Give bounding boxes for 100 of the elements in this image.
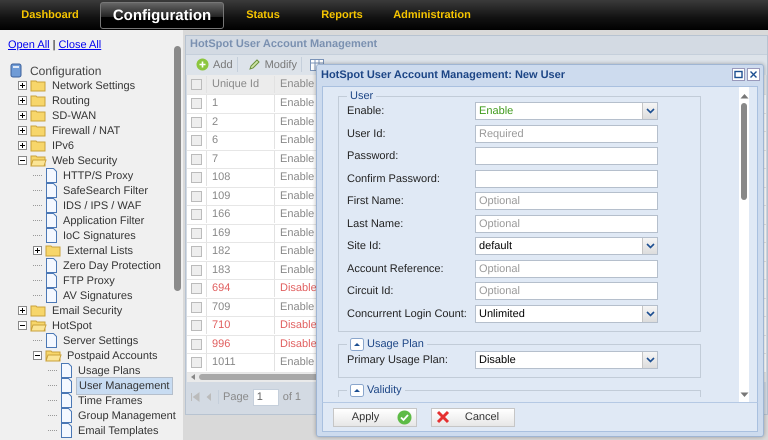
link-separator: | xyxy=(52,39,56,51)
row-checkbox[interactable] xyxy=(191,98,202,110)
nav-tab[interactable]: Administration xyxy=(382,0,482,30)
row-checkbox[interactable] xyxy=(191,338,202,350)
document-icon xyxy=(45,168,58,183)
dialog-scrollbar[interactable] xyxy=(739,87,749,402)
tree-item[interactable]: SafeSearch Filter xyxy=(61,184,150,196)
tree-item[interactable]: SD-WAN xyxy=(50,110,98,122)
table-cell: 996 xyxy=(206,336,274,353)
tree-item[interactable]: Zero Day Protection xyxy=(61,260,163,272)
tree-item[interactable]: AV Signatures xyxy=(61,290,135,302)
field-label: Last Name: xyxy=(347,218,404,230)
tree-item[interactable]: HTTP/S Proxy xyxy=(61,170,136,182)
nav-tab[interactable]: Status xyxy=(224,0,302,30)
row-checkbox[interactable] xyxy=(191,320,202,332)
expand-toggle-icon[interactable] xyxy=(18,306,27,315)
dialog-button[interactable]: Cancel xyxy=(431,408,515,426)
tree-item[interactable]: Time Frames xyxy=(76,394,144,406)
expand-toggle-icon[interactable] xyxy=(18,96,27,105)
tree-item[interactable]: HotSpot xyxy=(50,320,94,332)
row-checkbox[interactable] xyxy=(191,228,202,239)
input-field[interactable]: Required xyxy=(475,124,658,142)
row-checkbox[interactable] xyxy=(191,190,202,202)
row-checkbox[interactable] xyxy=(191,172,202,184)
document-icon xyxy=(45,198,58,213)
tree-item[interactable]: IPv6 xyxy=(50,140,76,152)
tree-item[interactable]: Configuration xyxy=(28,64,104,78)
row-checkbox[interactable] xyxy=(191,264,202,276)
row-checkbox[interactable] xyxy=(191,283,202,294)
row-checkbox[interactable] xyxy=(191,135,202,146)
page-number-field[interactable]: 1 xyxy=(252,388,279,406)
expand-toggle-icon[interactable] xyxy=(18,321,27,330)
section-legend: Validity xyxy=(367,384,402,396)
tree-item[interactable]: Server Settings xyxy=(61,334,140,346)
table-cell: 169 xyxy=(206,224,274,242)
dialog-button[interactable]: Apply xyxy=(333,408,417,426)
expand-toggle-icon[interactable] xyxy=(33,351,42,360)
scroll-up-icon[interactable] xyxy=(740,93,748,99)
collapse-toggle-icon[interactable] xyxy=(350,384,364,396)
table-cell: Enable xyxy=(274,95,314,112)
dropdown[interactable]: Disable xyxy=(475,350,658,368)
dropdown[interactable]: Enable xyxy=(475,102,658,120)
close-icon[interactable] xyxy=(747,68,760,81)
input-field[interactable]: Optional xyxy=(475,214,658,232)
tree-item[interactable]: Group Management xyxy=(76,410,178,422)
row-checkbox[interactable] xyxy=(191,116,202,128)
nav-tab[interactable]: Dashboard xyxy=(0,0,100,30)
input-field[interactable]: Optional xyxy=(475,260,658,278)
folder-icon xyxy=(30,94,47,107)
nav-tab[interactable]: Configuration xyxy=(100,2,224,29)
row-checkbox[interactable] xyxy=(191,154,202,165)
tree-item[interactable]: Postpaid Accounts xyxy=(65,350,160,362)
expand-toggle-icon[interactable] xyxy=(33,246,42,255)
table-cell: Enable xyxy=(274,169,314,186)
tree-item[interactable]: Firewall / NAT xyxy=(50,124,122,136)
row-checkbox[interactable] xyxy=(191,209,202,220)
dropdown[interactable]: default xyxy=(475,237,658,255)
dropdown[interactable]: Unlimited xyxy=(475,304,658,322)
folder-icon xyxy=(30,304,47,317)
scroll-down-icon[interactable] xyxy=(740,392,748,398)
tree-item[interactable]: Email Templates xyxy=(76,424,160,436)
select-all-checkbox[interactable] xyxy=(191,79,202,90)
maximize-icon[interactable] xyxy=(732,68,745,81)
tree-item[interactable]: User Management xyxy=(76,376,173,394)
row-checkbox[interactable] xyxy=(191,302,202,313)
expand-toggle-icon[interactable] xyxy=(18,111,27,120)
tree-item[interactable]: Routing xyxy=(50,94,92,106)
close-all-link[interactable]: Close All xyxy=(58,39,102,51)
chevron-down-icon xyxy=(646,310,654,316)
document-icon xyxy=(45,288,58,303)
input-field[interactable] xyxy=(475,147,658,165)
tree-item[interactable]: Email Security xyxy=(50,304,124,316)
field-label: Concurrent Login Count: xyxy=(347,308,468,320)
tree-item[interactable]: IDS / IPS / WAF xyxy=(61,200,144,212)
table-cell: 709 xyxy=(206,298,274,316)
collapse-toggle-icon[interactable] xyxy=(350,338,364,350)
field-label: Site Id: xyxy=(347,240,382,252)
tree-item[interactable]: FTP Proxy xyxy=(61,274,117,286)
row-checkbox[interactable] xyxy=(191,246,202,258)
expand-toggle-icon[interactable] xyxy=(18,141,27,150)
chevron-down-icon xyxy=(646,243,654,249)
tree-item[interactable]: Application Filter xyxy=(61,214,146,226)
nav-tab[interactable]: Reports xyxy=(302,0,382,30)
open-all-link[interactable]: Open All xyxy=(8,39,50,51)
tree-item[interactable]: External Lists xyxy=(65,244,136,256)
tree-item[interactable]: Network Settings xyxy=(50,80,138,92)
close-icon xyxy=(436,410,450,424)
input-field[interactable]: Optional xyxy=(475,192,658,210)
table-cell: 6 xyxy=(206,132,274,150)
tree-item[interactable]: Web Security xyxy=(50,154,120,166)
input-field[interactable]: Optional xyxy=(475,282,658,300)
expand-toggle-icon[interactable] xyxy=(18,126,27,135)
expand-toggle-icon[interactable] xyxy=(18,81,27,90)
field-label: Enable: xyxy=(347,105,386,117)
table-cell: Enable xyxy=(274,262,314,279)
input-field[interactable] xyxy=(475,170,658,188)
tree-item[interactable]: IoC Signatures xyxy=(61,230,138,242)
expand-toggle-icon[interactable] xyxy=(18,156,27,165)
row-checkbox[interactable] xyxy=(191,357,202,368)
tree-item[interactable]: Usage Plans xyxy=(76,364,142,376)
